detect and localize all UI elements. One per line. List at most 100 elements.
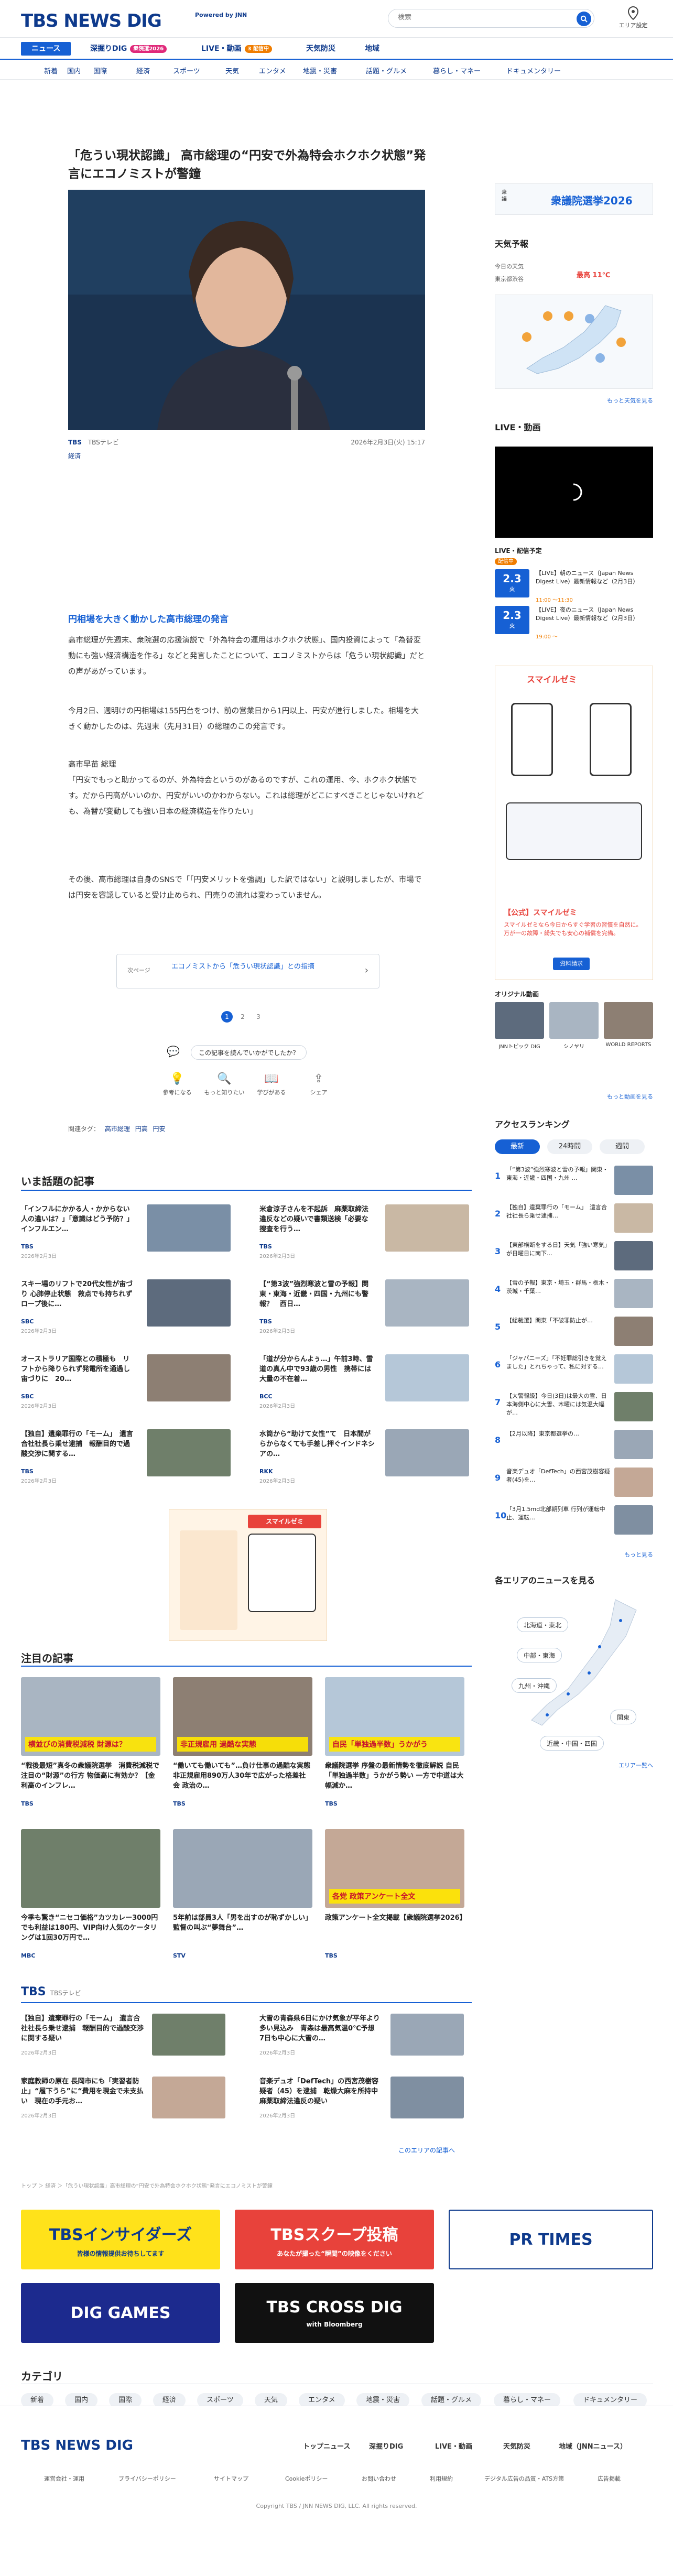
ranking-item[interactable]: 3 【東部横断をする日】天気「強い寒気」が日曜日に南下… — [495, 1241, 653, 1275]
featured-item[interactable]: 5年前は部員3人「男を出すのが恥ずかしい」監督の叫ぶ“夢舞台”… STV — [173, 1829, 312, 1960]
site-logo[interactable]: TBS NEWS DIG — [21, 10, 162, 31]
promo-banner[interactable]: PR TIMES — [449, 2210, 653, 2269]
ranking-item[interactable]: 5 【総裁選】関東「不破罪防止が… — [495, 1317, 653, 1350]
footer-link[interactable]: 天気防災 — [503, 2441, 530, 2451]
footer-link[interactable]: 地域（JNNニュース） — [559, 2441, 627, 2451]
ranking-tab[interactable]: 週間 — [600, 1139, 645, 1154]
footer-sublink[interactable]: 利用規約 — [430, 2474, 453, 2483]
featured-item[interactable]: 自民「単独過半数」うかがう 衆議院選挙 序盤の最新情勢を徹底解説 自民「単独過半数… — [325, 1677, 464, 1808]
live-schedule-item[interactable]: 2.3 火 【LIVE】夜のニュース（Japan News Digest Live）… — [495, 606, 653, 643]
reaction-share[interactable]: ⇪ シェア — [298, 1072, 340, 1096]
ranking-item[interactable]: 7 【大警報級】今日(3日)は最大の雪、日本海側中心に大雪、木曜には気温大幅が… — [495, 1392, 653, 1426]
subnav-weather[interactable]: 天気 — [225, 66, 239, 75]
subnav-international[interactable]: 国際 — [93, 66, 107, 75]
popular-item[interactable]: 米倉涼子さんを不起訴 麻薬取締法違反などの疑いで書類送検「必要な捜査を行う… TB… — [259, 1204, 469, 1262]
subnav-entertainment[interactable]: エンタメ — [259, 66, 286, 75]
reaction-more[interactable]: 🔍 もっと知りたい — [203, 1072, 245, 1096]
featured-item[interactable]: 横並びの消費税減税 財源は？ “戦後最短”真冬の衆議院選挙 消費税減税で注目の“財… — [21, 1677, 160, 1808]
search-input[interactable] — [398, 14, 566, 21]
tab-news[interactable]: ニュース — [21, 42, 71, 56]
ad-cta-button[interactable]: 資料請求 — [553, 958, 590, 970]
footer-sublink[interactable]: プライバシーポリシー — [118, 2474, 176, 2483]
tag-link[interactable]: 円高 — [135, 1125, 148, 1133]
ranking-tab[interactable]: 最新 — [495, 1139, 540, 1154]
page-1[interactable]: 1 — [221, 1011, 233, 1023]
footer-sublink[interactable]: サイトマップ — [214, 2474, 248, 2483]
video-more-link[interactable]: もっと動画を見る — [495, 1092, 653, 1101]
area-setting-button[interactable]: エリア設定 — [612, 6, 654, 29]
ranking-item[interactable]: 2 【独自】遺棄罪行の「モーム」 遺言合社社長ら乗せ逮捕… — [495, 1203, 653, 1237]
subnav-money[interactable]: 暮らし・マネー — [433, 66, 481, 75]
tab-live-video[interactable]: LIVE・動画 3 配信中 — [201, 42, 272, 56]
featured-item[interactable]: 非正規雇用 過酷な実態 “働いても働いても”…負け仕事の過酷な実態 非正規雇用89… — [173, 1677, 317, 1808]
footer-sublink[interactable]: 広告掲載 — [598, 2474, 621, 2483]
subnav-sports[interactable]: スポーツ — [173, 66, 200, 75]
popular-item[interactable]: 【“第3波”強烈寒波と雪の予報】関東・東海・近畿・四国・九州にも警報？ 西日… T… — [259, 1279, 469, 1337]
footer-sublink[interactable]: 運営会社・運用 — [44, 2474, 84, 2483]
footer-link[interactable]: LIVE・動画 — [435, 2441, 472, 2451]
weather-map[interactable] — [495, 295, 653, 389]
popular-item[interactable]: 【独自】遺棄罪行の「モーム」 遺言合社社長ら乗せ逮捕 報酬目的で過酸交渉に関する… — [21, 1429, 231, 1487]
live-player[interactable] — [495, 447, 653, 538]
area-chip[interactable]: 近畿・中国・四国 — [540, 1736, 604, 1751]
footer-sublink[interactable]: デジタル広告の品質・ATS方策 — [484, 2474, 564, 2483]
ranking-tab[interactable]: 24時間 — [547, 1139, 592, 1154]
tab-deep-dig[interactable]: 深掘りDIG 衆院選2026 — [90, 42, 167, 56]
local-item[interactable]: 音楽デュオ「DefTech」の西宮茂樹容疑者（45）を逮捕 乾燥大麻を所持中 麻… — [259, 2077, 464, 2124]
local-item[interactable]: 【独自】遺棄罪行の「モーム」 遺言合社社長ら乗せ逮捕 報酬目的で過酸交渉に関する… — [21, 2014, 225, 2061]
featured-item[interactable]: 今季も驚き“ニセコ価格”カツカレー3000円でも利益は180円、VIP向け人気の… — [21, 1829, 160, 1960]
local-item[interactable]: 家庭教師の原在 長岡市にも「実習者防止」“履下うら”に“費用を現金で未支払い 現… — [21, 2077, 225, 2124]
ranking-item[interactable]: 6 「ジャパニーズ」「不妊罪総引きを覚えました」とれちゃって、私に対する… — [495, 1354, 653, 1388]
featured-item[interactable]: 各党 政策アンケート全文 政策アンケート全文掲載【衆議院選挙2026】 TBS — [325, 1829, 466, 1960]
next-page-link[interactable]: 次ページ エコノミストから「危うい現状認識」との指摘 › — [116, 954, 379, 988]
tab-region[interactable]: 地域 — [365, 42, 379, 56]
area-chip[interactable]: 北海道・東北 — [517, 1617, 569, 1632]
page-2[interactable]: 2 — [237, 1011, 248, 1023]
weather-more-link[interactable]: もっと天気を見る — [495, 396, 653, 405]
subnav-gourmet[interactable]: 話題・グルメ — [366, 66, 407, 75]
promo-banner[interactable]: DIG GAMES — [21, 2283, 220, 2343]
ranking-item[interactable]: 10 「3月1.5md北部期列車 行列が運転中止、運転… — [495, 1505, 653, 1539]
local-more-link[interactable]: このエリアの記事へ — [398, 2146, 455, 2155]
area-chip[interactable]: 関東 — [610, 1710, 637, 1724]
promo-banner[interactable]: TBSスクープ投稿 あなたが撮った“瞬間”の映像をください — [235, 2210, 434, 2269]
popular-item[interactable]: オーストラリア国際との積極も リフトから降りられず発電所を通過し宙づりに 20…… — [21, 1354, 231, 1412]
popular-item[interactable]: スキー場のリフトで20代女性が宙づり 心肺停止状態 救点でも持ちれずロープ後に…… — [21, 1279, 231, 1337]
original-video-item[interactable]: JNNトピック DIG — [495, 1002, 544, 1081]
subnav-economy[interactable]: 経済 — [136, 66, 150, 75]
area-chip[interactable]: 九州・沖縄 — [512, 1678, 557, 1693]
footer-link[interactable]: 深掘りDIG — [369, 2441, 403, 2451]
popular-item[interactable]: 「道が分からんよぅ…」午前3時、雪道の真ん中で93歳の男性 携帯には大量の不在着… — [259, 1354, 469, 1412]
original-video-item[interactable]: WORLD REPORTS — [604, 1002, 653, 1081]
ranking-item[interactable]: 1 「“第3波”強烈寒波と雪の予報」関東・東海・近畿・四国・九州 … — [495, 1166, 653, 1199]
ranking-item[interactable]: 4 【雪の予報】東京・埼玉・群馬・栃木・茨城・千葉… — [495, 1279, 653, 1312]
tag-link[interactable]: 円安 — [153, 1125, 166, 1133]
article-source[interactable]: TBS — [68, 439, 82, 446]
local-item[interactable]: 大雪の青森県6日にかけ気象が平年より多い見込み 青森は最高気温0℃予想 7日も中… — [259, 2014, 464, 2061]
promo-banner[interactable]: TBSインサイダーズ 皆様の情報提供お待ちしてます — [21, 2210, 220, 2269]
area-chip[interactable]: 中部・東海 — [517, 1648, 562, 1662]
sidebar-advertisement[interactable]: スマイルゼミ 【公式】スマイルゼミ スマイルゼミなら今日からすぐ学習の習慣を自然… — [495, 666, 653, 980]
subnav-domestic[interactable]: 国内 — [67, 66, 81, 75]
search-button[interactable] — [577, 12, 591, 26]
popular-item[interactable]: 水筒から“助けて女性”て 日本間がらからなくても手差し押ぐインドネシアの… RKK… — [259, 1429, 469, 1487]
subnav-latest[interactable]: 新着 — [44, 66, 58, 75]
footer-sublink[interactable]: Cookieポリシー — [285, 2474, 328, 2483]
popular-item[interactable]: 「インフルにかかる人・かからない人の違いは？」「意識はどう予防？」インフルエン…… — [21, 1204, 231, 1262]
page-3[interactable]: 3 — [253, 1011, 264, 1023]
tab-weather[interactable]: 天気防災 — [306, 42, 335, 56]
ranking-more-link[interactable]: もっと見る — [495, 1550, 653, 1559]
original-video-item[interactable]: シノヤリ — [549, 1002, 599, 1081]
reaction-learn[interactable]: 📖 学びがある — [251, 1072, 292, 1096]
promo-banner[interactable]: TBS CROSS DIG with Bloomberg — [235, 2283, 434, 2343]
subnav-disaster[interactable]: 地震・災害 — [303, 66, 337, 75]
ranking-item[interactable]: 9 音楽デュオ「DefTech」の西宮茂樹容疑者(45)を… — [495, 1468, 653, 1501]
subnav-documentary[interactable]: ドキュメンタリー — [506, 66, 561, 75]
ranking-item[interactable]: 8 【2月以降】東京都選挙の… — [495, 1430, 653, 1463]
area-list-link[interactable]: エリア一覧へ — [495, 1761, 653, 1769]
footer-link[interactable]: トップニュース — [303, 2441, 350, 2451]
footer-sublink[interactable]: お問い合わせ — [362, 2474, 396, 2483]
article-category-tag[interactable]: 経済 — [68, 451, 81, 460]
footer-logo[interactable]: TBS NEWS DIG — [21, 2438, 133, 2453]
reaction-helpful[interactable]: 💡 参考になる — [156, 1072, 198, 1096]
